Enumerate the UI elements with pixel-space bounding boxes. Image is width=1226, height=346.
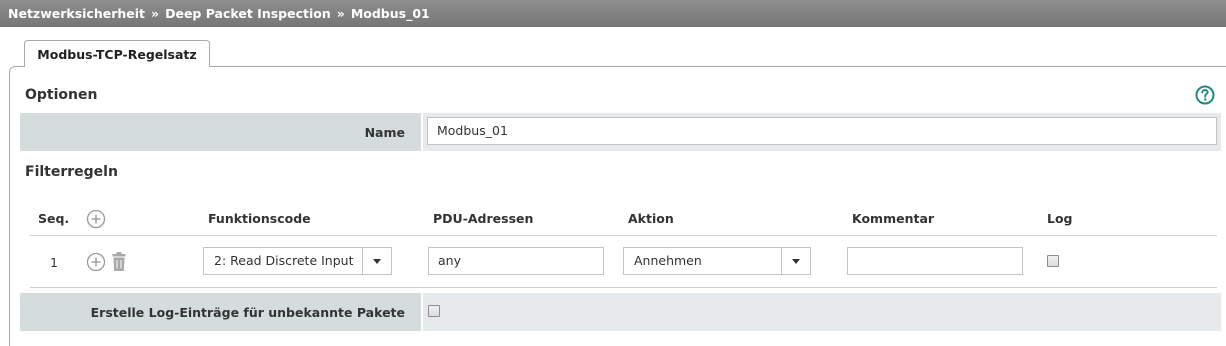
function-code-dropdown-button[interactable] — [362, 248, 391, 274]
action-dropdown-button[interactable] — [781, 248, 810, 274]
trash-icon[interactable] — [111, 252, 127, 271]
filter-section-title: Filterregeln — [25, 164, 118, 180]
action-value: Annehmen — [634, 253, 702, 268]
unknown-log-checkbox[interactable] — [428, 305, 440, 317]
tab-label: Modbus-TCP-Regelsatz — [37, 47, 197, 62]
column-header-function-code: Funktionscode — [208, 211, 311, 226]
column-header-comment: Kommentar — [852, 211, 935, 226]
column-header-log: Log — [1047, 211, 1073, 226]
row-seq: 1 — [50, 255, 58, 270]
tab-modbus-tcp-regelsatz[interactable]: Modbus-TCP-Regelsatz — [24, 40, 210, 67]
pdu-addresses-input[interactable]: any — [428, 247, 604, 275]
breadcrumb: Netzwerksicherheit » Deep Packet Inspectio… — [0, 0, 1226, 27]
comment-input[interactable] — [847, 247, 1023, 275]
breadcrumb-item-netzwerksicherheit[interactable]: Netzwerksicherheit — [8, 6, 145, 21]
action-select[interactable]: Annehmen — [623, 247, 811, 275]
options-section-title: Optionen — [25, 87, 98, 103]
caret-down-icon — [792, 259, 800, 264]
table-header-divider — [30, 235, 1217, 236]
caret-down-icon — [373, 259, 381, 264]
add-icon[interactable] — [86, 209, 106, 229]
table-row-divider — [30, 287, 1217, 288]
function-code-value: 2: Read Discrete Input — [214, 253, 354, 268]
function-code-select[interactable]: 2: Read Discrete Input — [203, 247, 392, 275]
name-label: Name — [364, 125, 405, 140]
breadcrumb-item-deep-packet-inspection[interactable]: Deep Packet Inspection — [165, 6, 331, 21]
breadcrumb-separator: » — [151, 6, 160, 21]
column-header-pdu-addresses: PDU-Adressen — [433, 211, 534, 226]
breadcrumb-item-current: Modbus_01 — [350, 6, 430, 21]
log-checkbox[interactable] — [1047, 255, 1059, 267]
name-input[interactable]: Modbus_01 — [427, 117, 1217, 145]
column-header-action: Aktion — [628, 211, 674, 226]
breadcrumb-separator: » — [336, 6, 345, 21]
unknown-log-label: Erstelle Log-Einträge für unbekannte Pak… — [90, 305, 405, 320]
unknown-log-value-cell — [423, 293, 1221, 331]
column-header-seq: Seq. — [38, 211, 70, 226]
help-icon[interactable] — [1195, 85, 1215, 105]
add-icon[interactable] — [86, 252, 106, 272]
